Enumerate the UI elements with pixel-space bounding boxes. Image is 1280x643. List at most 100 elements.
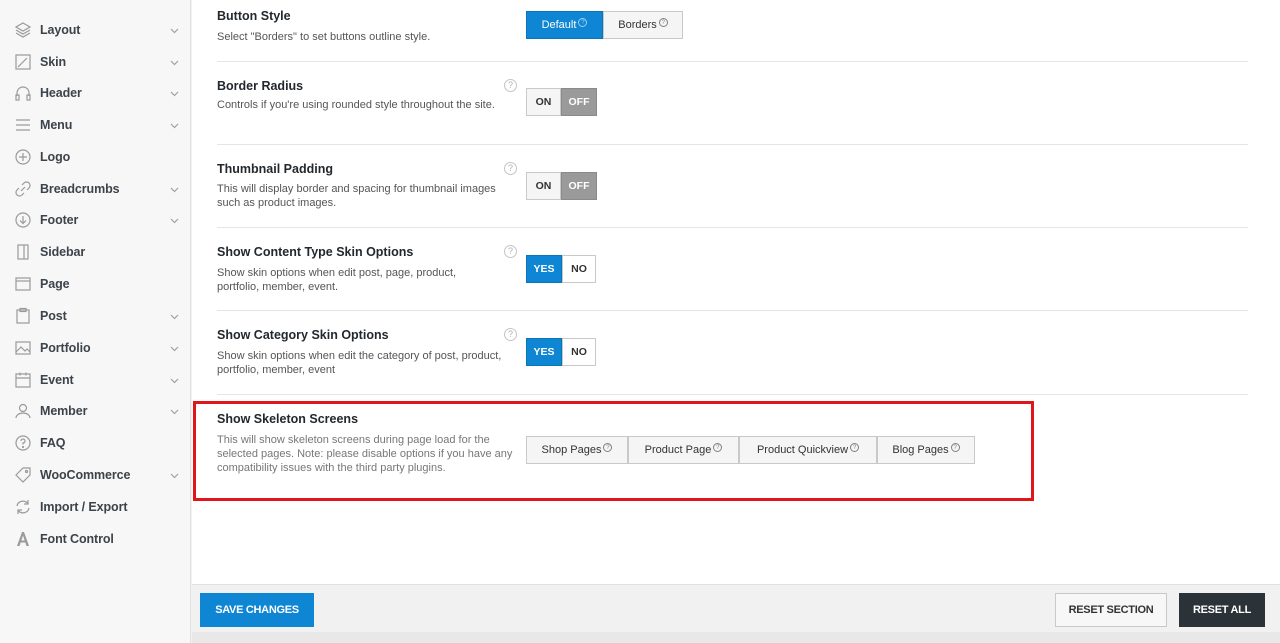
sidebar-item-skin[interactable]: Skin xyxy=(0,47,190,77)
refresh-icon xyxy=(14,498,32,516)
sidebar-item-breadcrumbs[interactable]: Breadcrumbs xyxy=(0,174,190,204)
question-circle-icon xyxy=(14,434,32,452)
setting-description: Show skin options when edit the category… xyxy=(217,350,502,376)
menu-icon xyxy=(14,116,32,134)
reset-section-button[interactable]: RESET SECTION xyxy=(1055,593,1167,627)
chevron-down-icon xyxy=(170,89,179,98)
sidebar-icon xyxy=(14,243,32,261)
content-type-skin-yes-toggle[interactable]: YES xyxy=(526,255,562,283)
help-icon[interactable]: ? xyxy=(504,79,517,92)
sidebar-item-label: WooCommerce xyxy=(40,468,131,482)
chevron-down-icon xyxy=(170,407,179,416)
chevron-down-icon xyxy=(170,121,179,130)
sidebar-item-label: Page xyxy=(40,277,70,291)
sidebar-item-label: Import / Export xyxy=(40,500,128,514)
setting-thumbnail-padding: Thumbnail Padding This will display bord… xyxy=(217,145,1248,228)
sidebar-item-label: Sidebar xyxy=(40,245,86,259)
chevron-down-icon xyxy=(170,471,179,480)
chevron-down-icon xyxy=(170,185,179,194)
sidebar-item-label: Event xyxy=(40,373,74,387)
reset-all-button[interactable]: RESET ALL xyxy=(1179,593,1265,627)
setting-description: Select "Borders" to set buttons outline … xyxy=(217,31,431,43)
sidebar-item-logo[interactable]: Logo xyxy=(0,142,190,172)
sidebar-item-member[interactable]: Member xyxy=(0,396,190,426)
sidebar-item-import-export[interactable]: Import / Export xyxy=(0,492,190,522)
sidebar-item-faq[interactable]: FAQ xyxy=(0,428,190,458)
sidebar-item-label: Header xyxy=(40,86,82,100)
sidebar-item-woocommerce[interactable]: WooCommerce xyxy=(0,460,190,490)
arrow-down-circle-icon xyxy=(14,211,32,229)
bottom-strip xyxy=(192,632,1280,643)
sidebar-item-label: Footer xyxy=(40,213,79,227)
sidebar-item-label: Menu xyxy=(40,118,73,132)
button-style-borders-option[interactable]: Borders? xyxy=(603,11,683,39)
brush-icon xyxy=(14,53,32,71)
sidebar-item-font-control[interactable]: Font Control xyxy=(0,524,190,554)
sidebar-item-label: Layout xyxy=(40,23,81,37)
setting-content-type-skin: Show Content Type Skin Options Show skin… xyxy=(217,228,1248,311)
button-style-default-option[interactable]: Default? xyxy=(526,11,603,39)
image-icon xyxy=(14,339,32,357)
chevron-down-icon xyxy=(170,312,179,321)
chevron-down-icon xyxy=(170,58,179,67)
chevron-down-icon xyxy=(170,216,179,225)
link-icon xyxy=(14,180,32,198)
sidebar: Layout Skin Header Menu Logo Breadcrumbs… xyxy=(0,0,191,643)
browser-icon xyxy=(14,275,32,293)
sidebar-item-label: Logo xyxy=(40,150,71,164)
layers-icon xyxy=(14,21,32,39)
sidebar-item-label: Member xyxy=(40,404,88,418)
help-icon[interactable]: ? xyxy=(504,162,517,175)
setting-border-radius: Border Radius Controls if you're using r… xyxy=(217,62,1248,145)
option-label: Default xyxy=(541,19,577,31)
clipboard-icon xyxy=(14,307,32,325)
setting-title: Border Radius xyxy=(217,79,304,93)
plus-circle-icon xyxy=(14,148,32,166)
sidebar-item-header[interactable]: Header xyxy=(0,78,190,108)
help-icon: ? xyxy=(578,17,588,27)
tag-icon xyxy=(14,466,32,484)
sidebar-item-portfolio[interactable]: Portfolio xyxy=(0,333,190,363)
help-icon: ? xyxy=(658,17,668,27)
setting-description: Controls if you're using rounded style t… xyxy=(217,99,495,111)
sidebar-item-sidebar[interactable]: Sidebar xyxy=(0,237,190,267)
sidebar-item-page[interactable]: Page xyxy=(0,269,190,299)
font-icon xyxy=(14,530,32,548)
setting-description: This will display border and spacing for… xyxy=(217,183,496,209)
setting-title: Show Category Skin Options xyxy=(217,328,389,342)
sidebar-item-footer[interactable]: Footer xyxy=(0,205,190,235)
sidebar-item-post[interactable]: Post xyxy=(0,301,190,331)
action-bar: SAVE CHANGES RESET SECTION RESET ALL xyxy=(192,584,1280,632)
category-skin-no-toggle[interactable]: NO xyxy=(562,338,596,366)
setting-title: Show Content Type Skin Options xyxy=(217,245,414,259)
setting-button-style: Button Style Select "Borders" to set but… xyxy=(217,0,1248,62)
setting-category-skin: Show Category Skin Options Show skin opt… xyxy=(217,311,1248,395)
calendar-icon xyxy=(14,371,32,389)
setting-title: Thumbnail Padding xyxy=(217,162,333,176)
setting-title: Button Style xyxy=(217,9,291,23)
sidebar-item-label: Post xyxy=(40,309,67,323)
headphones-icon xyxy=(14,84,32,102)
chevron-down-icon xyxy=(170,376,179,385)
border-radius-on-toggle[interactable]: ON xyxy=(526,88,561,116)
option-label: Borders xyxy=(618,19,657,31)
chevron-down-icon xyxy=(170,26,179,35)
help-icon[interactable]: ? xyxy=(504,245,517,258)
user-icon xyxy=(14,402,32,420)
content-type-skin-no-toggle[interactable]: NO xyxy=(562,255,596,283)
highlight-annotation-box xyxy=(193,401,1034,501)
save-changes-button[interactable]: SAVE CHANGES xyxy=(200,593,314,627)
sidebar-item-layout[interactable]: Layout xyxy=(0,15,190,45)
sidebar-item-event[interactable]: Event xyxy=(0,365,190,395)
thumbnail-padding-off-toggle[interactable]: OFF xyxy=(561,172,597,200)
sidebar-item-label: Portfolio xyxy=(40,341,91,355)
help-icon[interactable]: ? xyxy=(504,328,517,341)
sidebar-item-menu[interactable]: Menu xyxy=(0,110,190,140)
sidebar-item-label: Breadcrumbs xyxy=(40,182,120,196)
border-radius-off-toggle[interactable]: OFF xyxy=(561,88,597,116)
sidebar-item-label: Skin xyxy=(40,55,66,69)
thumbnail-padding-on-toggle[interactable]: ON xyxy=(526,172,561,200)
setting-description: Show skin options when edit post, page, … xyxy=(217,267,457,293)
chevron-down-icon xyxy=(170,344,179,353)
category-skin-yes-toggle[interactable]: YES xyxy=(526,338,562,366)
